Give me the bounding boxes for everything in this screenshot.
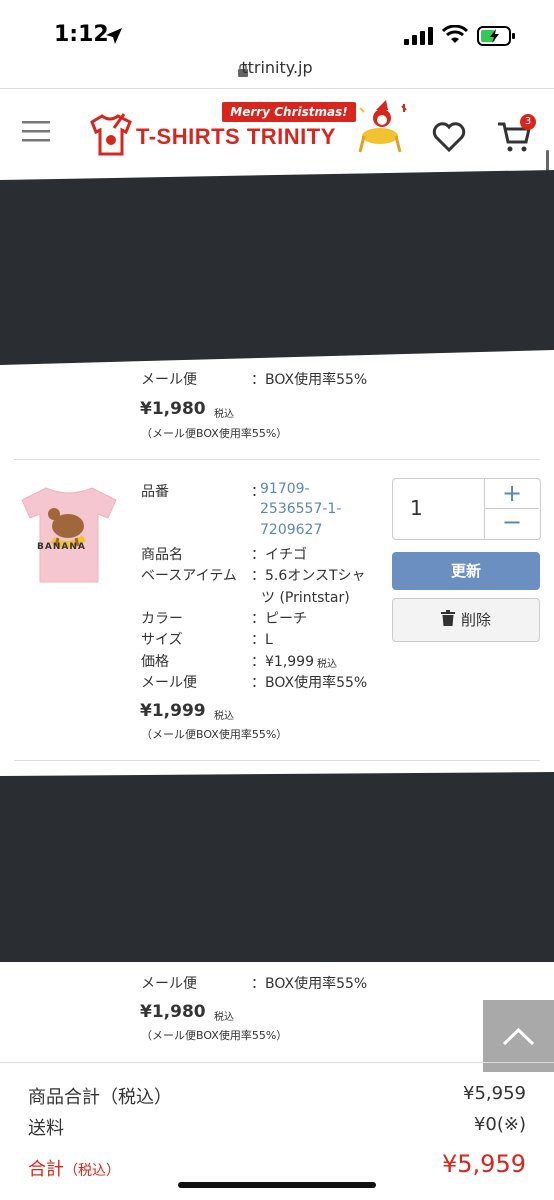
location-arrow-icon (104, 26, 124, 50)
logo-text: T-SHIRTS TRINITY (136, 124, 336, 149)
mail-label: メール便 (141, 372, 197, 388)
base-value: ：5.6オンスTシャ (251, 568, 366, 584)
mail-value: ：BOX使用率55% (251, 372, 368, 388)
decrement-button[interactable]: − (485, 509, 539, 538)
size-value: ：L (251, 632, 273, 648)
base-value: ツ (Printstar) (261, 590, 350, 606)
santa-reindeer-icon (356, 100, 410, 160)
color-value: ：ピーチ (251, 611, 307, 627)
trash-icon (440, 600, 455, 642)
item-price: ¥1,999 (140, 701, 206, 721)
site-logo[interactable]: T-SHIRTS TRINITY (136, 124, 336, 150)
redacted-overlay (0, 772, 554, 962)
unit-price-label: 価格 (141, 654, 169, 670)
redacted-overlay (0, 170, 554, 365)
product-code-link[interactable]: 91709- (260, 481, 310, 497)
menu-icon[interactable] (22, 120, 50, 146)
delete-button[interactable]: 削除 (392, 598, 540, 642)
increment-button[interactable]: + (485, 479, 539, 508)
total-tax-label: （税込） (64, 1163, 120, 1179)
code-label: 品番 (141, 484, 169, 500)
wifi-icon (441, 24, 469, 49)
divider (14, 459, 540, 460)
shipping-value: ¥0(※) (473, 1114, 526, 1135)
divider (0, 88, 554, 89)
tax-label: 税込 (317, 659, 337, 670)
tax-label: 税込 (214, 409, 234, 420)
logo-tshirt-icon[interactable] (88, 112, 132, 162)
total-label-text: 合計 (28, 1159, 64, 1180)
mail-value: ：BOX使用率55% (251, 976, 368, 992)
tax-label: 税込 (214, 711, 234, 722)
size-label: サイズ (141, 632, 183, 648)
subtotal-label: 商品合計（税込） (28, 1087, 172, 1108)
mail-note: （メール便BOX使用率55%） (141, 728, 288, 741)
name-label: 商品名 (141, 547, 183, 563)
total-value: ¥5,959 (442, 1150, 526, 1178)
base-label: ベースアイテム (141, 568, 237, 584)
tax-label: 税込 (214, 1012, 234, 1023)
mail-note: （メール便BOX使用率55%） (141, 427, 288, 440)
divider (0, 1062, 554, 1063)
url-text[interactable]: ttrinity.jp (0, 58, 554, 77)
mail-label: メール便 (141, 675, 197, 691)
mail-label: メール便 (141, 976, 197, 992)
subtotal-value: ¥5,959 (463, 1083, 526, 1104)
divider (14, 760, 540, 761)
heart-icon[interactable] (432, 122, 466, 156)
signal-icon (404, 27, 434, 49)
shipping-label: 送料 (28, 1118, 64, 1139)
product-code-link[interactable]: 2536557-1- (260, 501, 341, 517)
quantity-input[interactable]: 1 (410, 496, 423, 520)
status-time: 1:12 (54, 22, 109, 47)
item-price: ¥1,980 (140, 399, 206, 419)
christmas-banner: Merry Christmas! (222, 102, 356, 122)
delete-label: 削除 (460, 611, 491, 629)
product-image[interactable] (16, 484, 122, 588)
product-code-link[interactable]: 7209627 (260, 522, 322, 538)
battery-icon (477, 25, 517, 51)
item-price: ¥1,980 (140, 1002, 206, 1022)
total-label: 合計（税込） (28, 1155, 120, 1181)
mail-value: ：BOX使用率55% (251, 675, 368, 691)
cart-count-badge: 3 (520, 114, 536, 130)
name-value: ：イチゴ (251, 547, 307, 563)
unit-price-value: ：¥1,999 (251, 654, 314, 670)
home-indicator (178, 1182, 376, 1188)
update-button[interactable]: 更新 (392, 552, 540, 590)
tshirt-print-text: BANANA (37, 542, 86, 552)
mail-note: （メール便BOX使用率55%） (141, 1029, 288, 1042)
color-label: カラー (141, 611, 183, 627)
